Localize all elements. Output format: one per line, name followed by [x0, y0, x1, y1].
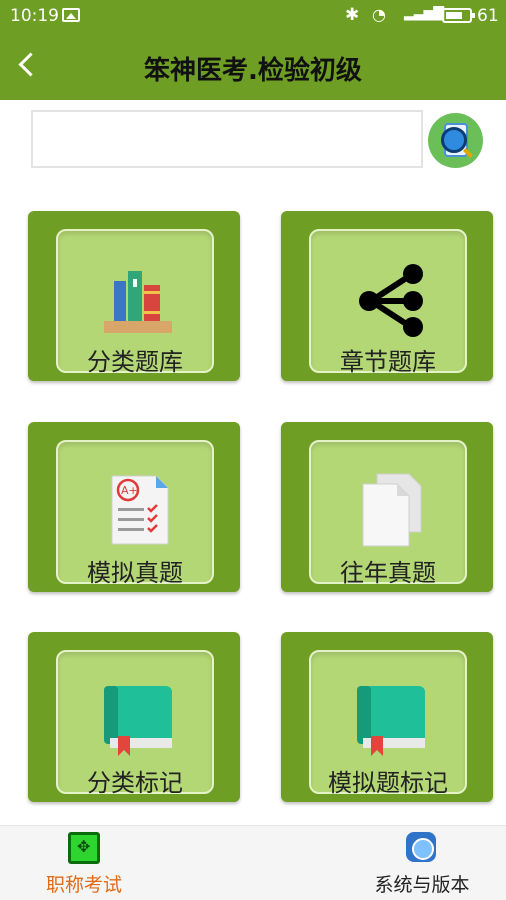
graded-test-icon: A+ [111, 475, 169, 545]
bookmark-book-icon [104, 686, 172, 756]
share-icon [359, 264, 423, 337]
bluetooth-icon: ✱ [345, 5, 360, 25]
tile-mock-marks[interactable]: 模拟题标记 [281, 632, 493, 802]
tile-panel: 分类题库 [56, 229, 214, 376]
tile-label: 章节题库 [340, 348, 436, 376]
tile-panel: 往年真题 [309, 440, 467, 587]
tile-panel: 模拟题标记 [309, 650, 467, 797]
tile-panel: A+ 模拟真题 [56, 440, 214, 587]
status-bar: 10:19 ✱ ◔ ▂▃▅▇ 61 [0, 0, 506, 32]
search-button[interactable] [428, 113, 483, 168]
tile-label: 分类标记 [87, 769, 183, 797]
page-title: 笨神医考.检验初级 [144, 56, 362, 86]
image-notification-icon [62, 8, 80, 22]
status-time: 10:19 [10, 6, 59, 26]
exam-icon [68, 832, 100, 864]
battery-level: 61 [477, 6, 499, 26]
svg-text:A+: A+ [121, 484, 138, 497]
tile-label: 往年真题 [340, 559, 436, 587]
tile-category-marks[interactable]: 分类标记 [28, 632, 240, 802]
globe-icon [406, 832, 436, 862]
books-icon [104, 271, 172, 333]
tile-panel: 章节题库 [309, 229, 467, 376]
tile-panel: 分类标记 [56, 650, 214, 797]
signal-icon: ▂▃▅▇ [404, 5, 444, 21]
documents-icon [362, 473, 422, 547]
nav-label: 职称考试 [45, 874, 122, 896]
nav-label: 系统与版本 [374, 874, 470, 896]
tile-label: 分类题库 [87, 348, 183, 376]
tile-category-bank[interactable]: 分类题库 [28, 211, 240, 381]
bottom-nav: 职称考试 系统与版本 [0, 825, 506, 900]
battery-icon [442, 8, 475, 23]
tile-mock-exam[interactable]: A+ 模拟真题 [28, 422, 240, 592]
wifi-icon: ◔ [372, 5, 386, 24]
nav-item-system[interactable]: 系统与版本 [342, 826, 502, 900]
tile-label: 模拟真题 [87, 559, 183, 587]
tile-label: 模拟题标记 [328, 769, 448, 797]
app-header: 笨神医考.检验初级 [0, 32, 506, 100]
tile-past-exams[interactable]: 往年真题 [281, 422, 493, 592]
search-input[interactable] [31, 110, 423, 168]
bookmark-book-icon [357, 686, 425, 756]
tile-chapter-bank[interactable]: 章节题库 [281, 211, 493, 381]
nav-item-exams[interactable]: 职称考试 [4, 826, 164, 900]
